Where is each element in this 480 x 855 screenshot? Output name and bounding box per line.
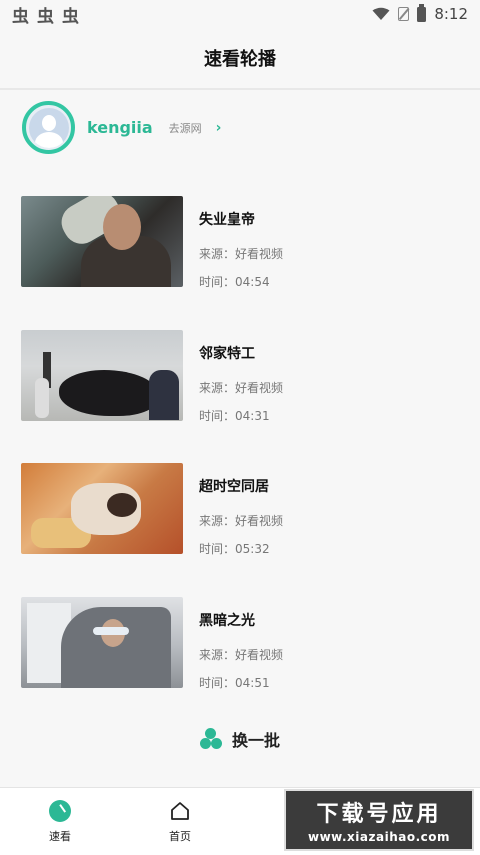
home-icon bbox=[171, 801, 189, 820]
video-title[interactable]: 失业皇帝 bbox=[199, 209, 283, 229]
video-thumbnail[interactable] bbox=[21, 463, 183, 554]
clock: 8:12 bbox=[434, 5, 468, 23]
video-title[interactable]: 黑暗之光 bbox=[199, 610, 283, 630]
chevron-right-icon[interactable]: › bbox=[216, 120, 222, 136]
page-title: 速看轮播 bbox=[204, 49, 276, 70]
video-title[interactable]: 超时空同居 bbox=[199, 476, 283, 496]
avatar[interactable] bbox=[22, 101, 75, 154]
tab-home[interactable]: 首页 bbox=[120, 788, 240, 855]
video-source: 来源：好看视频 bbox=[199, 514, 284, 528]
video-thumbnail[interactable] bbox=[21, 196, 183, 287]
video-duration: 时间：05:32 bbox=[199, 542, 270, 556]
list-item[interactable]: 黑暗之光 来源：好看视频 时间：04:51 bbox=[21, 597, 461, 690]
system-icons: 8:12 bbox=[372, 3, 468, 23]
video-thumbnail[interactable] bbox=[21, 597, 183, 688]
list-item[interactable]: 超时空同居 来源：好看视频 时间：05:32 bbox=[21, 463, 461, 556]
speed-watch-icon bbox=[49, 799, 71, 822]
refresh-button[interactable]: 换一批 bbox=[199, 727, 280, 751]
video-title[interactable]: 邻家特工 bbox=[199, 343, 283, 363]
video-duration: 时间：04:31 bbox=[199, 409, 270, 423]
wifi-icon bbox=[372, 7, 390, 20]
notification-icons: 虫 虫 虫 bbox=[12, 2, 79, 27]
user-row[interactable]: kengiia 去源网 › bbox=[22, 100, 221, 155]
list-item[interactable]: 失业皇帝 来源：好看视频 时间：04:54 bbox=[21, 196, 461, 289]
no-sim-icon bbox=[398, 7, 410, 21]
refresh-label[interactable]: 换一批 bbox=[232, 727, 280, 751]
chong-icon: 虫 bbox=[12, 6, 29, 27]
default-avatar-icon bbox=[28, 107, 69, 148]
list-item[interactable]: 邻家特工 来源：好看视频 时间：04:31 bbox=[21, 330, 461, 423]
video-duration: 时间：04:54 bbox=[199, 275, 270, 289]
tab-label: 速看 bbox=[49, 829, 71, 843]
refresh-row: 换一批 bbox=[0, 727, 480, 751]
video-duration: 时间：04:51 bbox=[199, 676, 270, 690]
watermark-title: 下载号应用 bbox=[316, 802, 442, 827]
clover-icon bbox=[199, 728, 222, 750]
source-link[interactable]: 去源网 bbox=[169, 120, 202, 136]
site-watermark: 下载号应用 www.xiazaihao.com bbox=[284, 789, 474, 851]
header: 速看轮播 bbox=[0, 28, 480, 90]
video-thumbnail[interactable] bbox=[21, 330, 183, 421]
tab-label: 首页 bbox=[169, 829, 191, 843]
username[interactable]: kengiia bbox=[87, 118, 153, 137]
watermark-url: www.xiazaihao.com bbox=[308, 830, 450, 844]
video-source: 来源：好看视频 bbox=[199, 247, 284, 261]
chong-icon: 虫 bbox=[37, 6, 54, 27]
video-source: 来源：好看视频 bbox=[199, 381, 284, 395]
status-bar: 虫 虫 虫 8:12 bbox=[0, 0, 480, 28]
video-source: 来源：好看视频 bbox=[199, 648, 284, 662]
chong-icon: 虫 bbox=[62, 6, 79, 27]
tab-speed-watch[interactable]: 速看 bbox=[0, 788, 120, 855]
battery-icon bbox=[417, 3, 427, 22]
